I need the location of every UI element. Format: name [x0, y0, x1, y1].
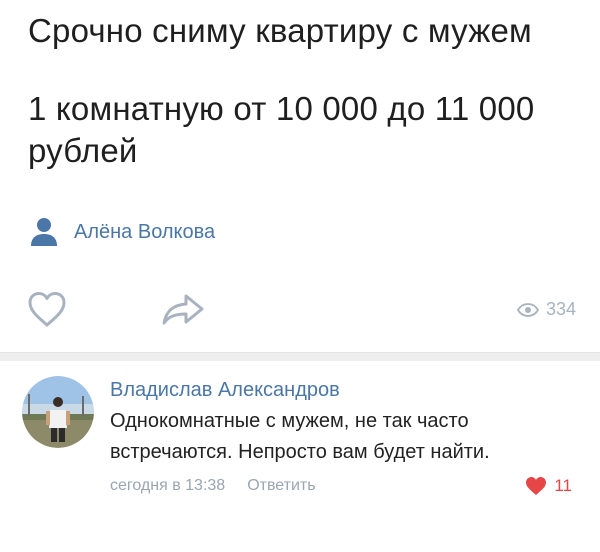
- comment-author[interactable]: Владислав Александров: [110, 379, 340, 402]
- post-text-line-1: Срочно сниму квартиру с мужем: [28, 12, 532, 49]
- comment-meta: сегодня в 13:38 Ответить: [110, 477, 316, 495]
- comment-text: Однокомнатные с мужем, не так часто встр…: [110, 406, 570, 468]
- comment-like-button[interactable]: 11: [525, 476, 572, 496]
- post-text: Срочно сниму квартиру с мужем 1 комнатну…: [28, 10, 588, 172]
- views-count: 334: [545, 299, 576, 319]
- person-icon: [31, 218, 57, 246]
- avatar[interactable]: [22, 376, 94, 448]
- post-text-line-3: рублей: [28, 132, 138, 169]
- heart-filled-icon: [526, 477, 547, 495]
- post-text-gap: [28, 52, 588, 88]
- post-actions-bar: 334: [0, 282, 600, 332]
- eye-icon: [516, 302, 539, 317]
- comment-timestamp: сегодня в 13:38: [110, 477, 226, 494]
- post-text-line-2: 1 комнатную от 10 000 до 11 000: [28, 90, 535, 127]
- views-counter: 334: [516, 299, 576, 320]
- post-signer[interactable]: Алёна Волкова: [28, 216, 215, 248]
- comment-item: Владислав Александров Однокомнатные с му…: [0, 368, 600, 552]
- section-divider: [0, 352, 600, 361]
- comment-likes-count: 11: [554, 476, 572, 495]
- comment-text-line-2: встречаются. Непросто вам будет найти.: [110, 441, 490, 463]
- heart-outline-icon[interactable]: [26, 290, 68, 328]
- comment-text-line-1: Однокомнатные с мужем, не так часто: [110, 410, 469, 432]
- share-arrow-icon[interactable]: [160, 292, 206, 328]
- reply-button[interactable]: Ответить: [247, 477, 315, 495]
- signer-name[interactable]: Алёна Волкова: [74, 221, 215, 244]
